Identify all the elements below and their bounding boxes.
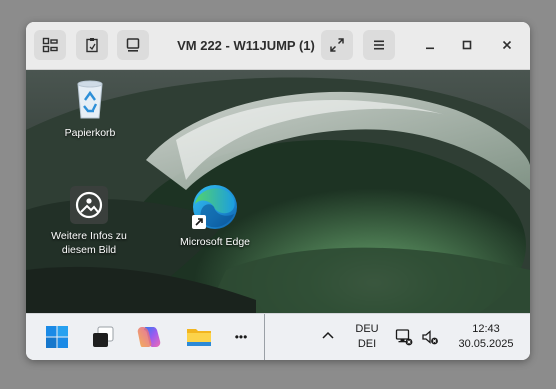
language-line1: DEU	[355, 323, 379, 335]
copilot-icon	[137, 327, 161, 347]
close-button[interactable]	[496, 34, 518, 56]
connection-button[interactable]	[34, 30, 66, 60]
display-button[interactable]	[117, 30, 149, 60]
more-icon: •••	[234, 330, 248, 344]
network-icon	[395, 329, 413, 346]
language-indicator[interactable]: DEU DEI	[350, 322, 384, 352]
clipboard-icon	[86, 38, 98, 53]
start-icon	[46, 326, 68, 348]
desktop-icon-label: Microsoft Edge	[179, 236, 251, 248]
desktop-icon-recycle-bin[interactable]: Papierkorb	[56, 78, 124, 140]
volume-status[interactable]	[420, 328, 440, 351]
maximize-icon	[462, 40, 472, 50]
clock-time: 12:43	[472, 323, 500, 335]
task-view-button[interactable]	[86, 321, 120, 353]
vm-desktop[interactable]: Papierkorb Weitere Infos zu diesem Bild	[26, 70, 530, 313]
network-status[interactable]	[394, 328, 414, 351]
clipboard-button[interactable]	[76, 30, 108, 60]
edge-icon	[192, 185, 237, 229]
clock-date: 30.05.2025	[458, 338, 514, 350]
speaker-muted-icon	[422, 330, 438, 345]
close-icon	[502, 40, 512, 50]
task-view-icon	[93, 326, 114, 347]
maximize-button[interactable]	[456, 34, 478, 56]
recycle-bin-icon	[77, 80, 103, 119]
chevron-up-icon	[322, 331, 334, 339]
desktop-icon-learn-about-picture[interactable]: Weitere Infos zu diesem Bild	[40, 186, 138, 257]
desktop-icon-label: Papierkorb	[64, 127, 116, 139]
desktop-icon-label: Weitere Infos zu	[51, 230, 127, 242]
tray-chevron-button[interactable]	[318, 328, 338, 343]
minimize-icon	[426, 47, 434, 50]
taskbar: ••• DEU DEI 12:43 30.05.2025	[26, 313, 530, 360]
taskbar-divider	[264, 314, 265, 360]
fullscreen-button[interactable]	[321, 30, 353, 60]
copilot-button[interactable]	[132, 321, 166, 353]
display-icon	[126, 38, 140, 52]
learn-about-picture-icon	[70, 186, 108, 224]
more-button[interactable]: •••	[224, 321, 258, 353]
desktop-icon-label: diesem Bild	[61, 244, 117, 256]
language-line2: DEI	[357, 338, 377, 350]
connection-icon	[42, 37, 58, 53]
file-explorer-button[interactable]	[182, 321, 216, 353]
menu-icon	[374, 40, 384, 50]
vm-viewer-window: VM 222 - W11JUMP (1) Papierkorb Weitere …	[26, 22, 530, 360]
clock[interactable]: 12:43 30.05.2025	[446, 322, 526, 352]
file-explorer-icon	[187, 329, 211, 346]
minimize-button[interactable]	[419, 34, 441, 56]
start-button[interactable]	[40, 321, 74, 353]
menu-button[interactable]	[363, 30, 395, 60]
desktop-icon-edge[interactable]: Microsoft Edge	[172, 182, 258, 249]
window-title: VM 222 - W11JUMP (1)	[177, 38, 315, 53]
fullscreen-icon	[330, 38, 344, 52]
headerbar: VM 222 - W11JUMP (1)	[26, 22, 530, 70]
